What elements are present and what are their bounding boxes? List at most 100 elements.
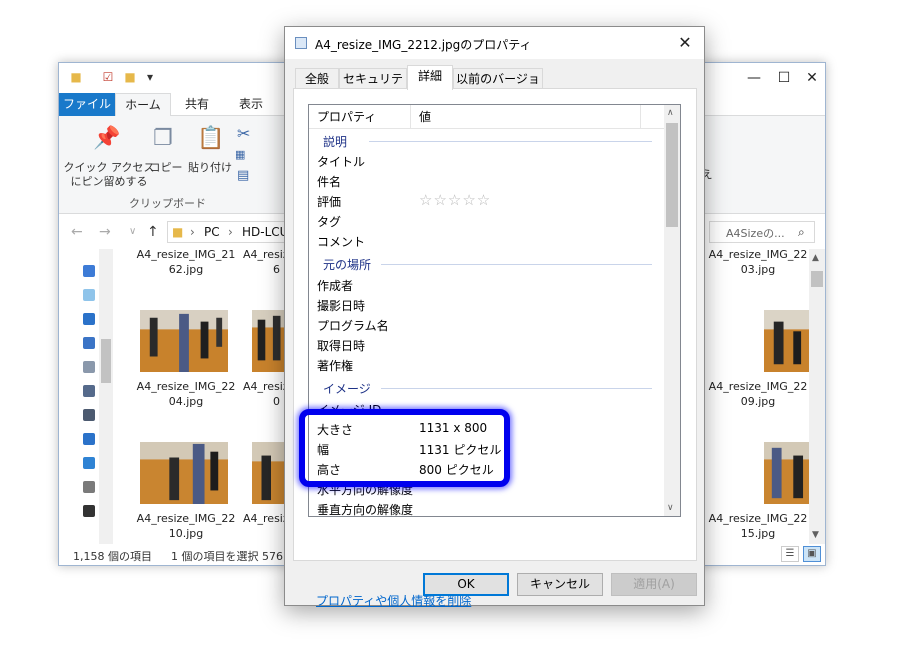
scroll-up-icon[interactable]: ▲ [812, 253, 819, 263]
status-item-count: 1,158 個の項目 [73, 550, 152, 563]
breadcrumb-drive[interactable]: HD-LCU [242, 225, 288, 239]
property-row-rating[interactable]: 評価 ☆☆☆☆☆ [309, 190, 666, 210]
search-icon: ⌕ [798, 225, 805, 239]
copy-icon[interactable]: ❐ [153, 126, 173, 151]
properties-dialog: A4_resize_IMG_2212.jpgのプロパティ ✕ 全般 セキュリティ… [284, 26, 705, 608]
file-thumbnail[interactable] [139, 441, 229, 505]
network-icon[interactable] [83, 289, 95, 301]
ok-button[interactable]: OK [423, 573, 509, 596]
large-icons-view-icon[interactable]: ▣ [803, 546, 821, 562]
drive-icon[interactable] [83, 481, 95, 493]
tab-file[interactable]: ファイル [59, 93, 115, 116]
copy-label[interactable]: コピー [149, 161, 183, 175]
property-row[interactable]: タイトル [309, 150, 666, 170]
apply-button[interactable]: 適用(A) [611, 573, 697, 596]
tab-general[interactable]: 全般 [295, 68, 339, 89]
paste-shortcut-icon[interactable]: ▤ [237, 168, 249, 183]
property-row[interactable]: タグ [309, 210, 666, 230]
picture-icon[interactable] [83, 385, 95, 397]
file-item-name[interactable]: A4_resize_IMG_22 03.jpg [703, 249, 813, 277]
property-list-scroll-thumb[interactable] [666, 123, 678, 227]
property-row[interactable]: 件名 [309, 170, 666, 190]
clipboard-group-label: クリップボード [129, 197, 206, 210]
up-arrow-icon[interactable]: ↑ [147, 224, 159, 240]
pin-quick-access-label[interactable]: クイック アクセス にピン留めする [63, 161, 155, 189]
breadcrumb-pc[interactable]: PC [204, 225, 220, 239]
scroll-up-icon[interactable]: ∧ [667, 108, 674, 118]
close-icon[interactable]: ✕ [674, 32, 696, 54]
minimize-icon[interactable]: — [743, 68, 765, 88]
windows-drive-icon[interactable] [83, 457, 95, 469]
scroll-down-icon[interactable]: ∨ [667, 503, 674, 513]
column-header-value[interactable]: 値 [411, 105, 641, 129]
video-icon[interactable] [83, 409, 95, 421]
tab-home[interactable]: ホーム [115, 93, 171, 117]
download-icon[interactable] [83, 313, 95, 325]
file-item-name[interactable]: A4_resize_IMG_22 09.jpg [703, 379, 813, 409]
close-icon[interactable]: ✕ [801, 68, 823, 88]
group-header-description: 説明 [309, 130, 666, 150]
property-row[interactable]: 作成者 [309, 274, 666, 294]
network-drive-icon[interactable] [83, 505, 95, 517]
folder-icon: ■ [70, 70, 82, 84]
file-list-scroll-thumb[interactable] [811, 271, 823, 287]
property-row[interactable]: 撮影日時 [309, 294, 666, 314]
file-item-name[interactable]: A4_resize_IMG_22 15.jpg [703, 511, 813, 541]
navigation-pane [59, 249, 113, 544]
details-tab-page: プロパティ 値 説明 タイトル 件名 評価 ☆☆☆☆☆ タグ コメント 元の場所 … [293, 88, 697, 608]
navigation-pane-scrollbar[interactable] [99, 249, 113, 544]
back-arrow-icon[interactable]: ← [71, 224, 83, 240]
file-list-scrollbar[interactable]: ▲ ▼ [809, 249, 825, 544]
property-row[interactable]: プログラム名 [309, 314, 666, 334]
new-folder-icon[interactable]: ■ [123, 70, 137, 84]
file-item-name[interactable]: A4_resize_IMG_22 04.jpg [131, 379, 241, 409]
property-row[interactable]: 著作権 [309, 354, 666, 374]
tab-view[interactable]: 表示 [225, 93, 277, 116]
breadcrumb-chevron-icon: › [228, 225, 233, 239]
image-file-icon [295, 37, 307, 49]
tab-previous-versions[interactable]: 以前のバージョン [453, 68, 543, 106]
file-item-name[interactable]: A4_resize_IMG_21 62.jpg [131, 249, 241, 277]
tab-details[interactable]: 詳細 [407, 65, 453, 90]
desktop-icon[interactable] [83, 337, 95, 349]
forward-arrow-icon[interactable]: → [99, 224, 111, 240]
property-row[interactable]: 垂直方向の解像度 [309, 498, 666, 516]
search-input[interactable]: A4Sizeの... ⌕ [709, 221, 815, 243]
scroll-down-icon[interactable]: ▼ [812, 530, 819, 540]
paste-icon[interactable]: 📋 [197, 126, 224, 151]
property-list-scrollbar[interactable]: ∧ ∨ [664, 105, 680, 516]
document-icon[interactable] [83, 361, 95, 373]
cancel-button[interactable]: キャンセル [517, 573, 603, 596]
breadcrumb-chevron-icon: › [190, 225, 195, 239]
dialog-title: A4_resize_IMG_2212.jpgのプロパティ [315, 38, 532, 52]
group-header-origin: 元の場所 [309, 253, 666, 273]
property-list-header: プロパティ 値 [309, 105, 666, 129]
property-row[interactable]: コメント [309, 230, 666, 250]
dialog-tabs: 全般 セキュリティ 詳細 以前のバージョン [293, 65, 697, 106]
details-view-icon[interactable]: ☰ [781, 546, 799, 562]
search-placeholder: A4Sizeの... [726, 227, 785, 240]
pin-icon[interactable]: 📌 [93, 126, 120, 151]
property-row[interactable]: 取得日時 [309, 334, 666, 354]
pc-icon[interactable] [83, 265, 95, 277]
maximize-icon[interactable]: ☐ [773, 68, 795, 88]
scissors-icon[interactable]: ✂ [237, 124, 250, 143]
recent-chevron-icon[interactable]: ∨ [129, 226, 136, 237]
checkmark-properties-icon[interactable]: ☑ [101, 70, 115, 84]
customize-toolbar-icon[interactable]: ▾ [143, 70, 157, 84]
rating-stars-icon[interactable]: ☆☆☆☆☆ [419, 191, 491, 209]
group-header-image: イメージ [309, 377, 666, 397]
file-thumbnail[interactable] [763, 309, 813, 373]
dialog-titlebar: A4_resize_IMG_2212.jpgのプロパティ ✕ [285, 27, 704, 59]
copy-path-icon[interactable]: ▦ [235, 148, 245, 161]
file-item-name[interactable]: A4_resize_IMG_22 10.jpg [131, 511, 241, 541]
music-icon[interactable] [83, 433, 95, 445]
column-header-property[interactable]: プロパティ [309, 105, 411, 129]
navigation-pane-scroll-thumb[interactable] [101, 339, 111, 383]
tab-share[interactable]: 共有 [171, 93, 223, 116]
paste-label[interactable]: 貼り付け [187, 161, 233, 175]
tab-security[interactable]: セキュリティ [339, 68, 407, 106]
file-thumbnail[interactable] [763, 441, 813, 505]
status-selected: 1 個の項目を選択 576 [171, 550, 283, 563]
file-thumbnail[interactable] [139, 309, 229, 373]
